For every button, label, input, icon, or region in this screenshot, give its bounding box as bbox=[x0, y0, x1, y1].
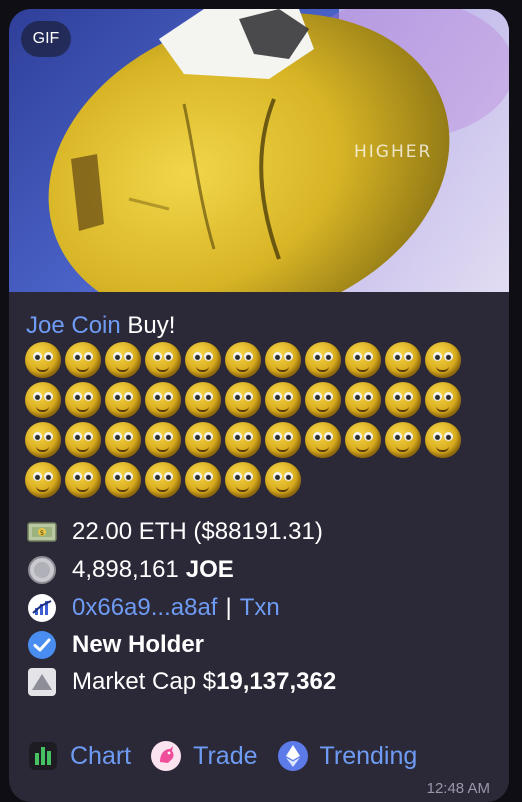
nervous-smiley-icon bbox=[425, 382, 461, 418]
holder-status-line: New Holder bbox=[26, 629, 204, 661]
nervous-smiley-icon bbox=[425, 422, 461, 458]
nervous-smiley-icon bbox=[185, 342, 221, 378]
link-separator: | bbox=[225, 594, 232, 621]
nervous-smiley-icon bbox=[145, 382, 181, 418]
eth-amount: 22.00 ETH ($88191.31) bbox=[72, 518, 323, 545]
coin-icon bbox=[26, 554, 58, 586]
up-triangle-icon bbox=[26, 666, 58, 698]
nervous-smiley-icon bbox=[105, 462, 141, 498]
ethereum-icon bbox=[276, 739, 310, 773]
nervous-smiley-icon bbox=[25, 342, 61, 378]
message-timestamp: 12:48 AM bbox=[426, 780, 490, 797]
nervous-smiley-icon bbox=[105, 422, 141, 458]
coin-name-link[interactable]: Joe Coin bbox=[26, 312, 121, 339]
eth-amount-line: $ 22.00 ETH ($88191.31) bbox=[26, 516, 323, 548]
message-bubble: GIF HIGHER Joe Coin Buy! $ 22.00 ETH ($8… bbox=[9, 9, 509, 802]
buyer-address-link[interactable]: 0x66a9...a8af bbox=[72, 594, 217, 622]
chart-button[interactable]: Chart bbox=[26, 739, 131, 773]
chart-icon bbox=[26, 739, 60, 773]
nervous-smiley-icon bbox=[265, 342, 301, 378]
nervous-smiley-icon bbox=[185, 422, 221, 458]
nervous-smiley-icon bbox=[225, 462, 261, 498]
emoji-row bbox=[25, 462, 465, 502]
nervous-smiley-icon bbox=[65, 422, 101, 458]
trade-button[interactable]: Trade bbox=[149, 739, 258, 773]
message-content: Joe Coin Buy! $ 22.00 ETH ($88191.31) 4,… bbox=[9, 292, 509, 802]
market-cap-label: Market Cap $ bbox=[72, 668, 217, 695]
trade-button-label: Trade bbox=[193, 741, 258, 770]
token-amount-line: 4,898,161 JOE bbox=[26, 554, 234, 586]
nervous-smiley-icon bbox=[105, 382, 141, 418]
nervous-smiley-icon bbox=[185, 382, 221, 418]
nervous-smiley-icon bbox=[25, 462, 61, 498]
nervous-smiley-icon bbox=[25, 382, 61, 418]
nervous-smiley-icon bbox=[345, 422, 381, 458]
check-badge-icon bbox=[26, 629, 58, 661]
nervous-smiley-icon bbox=[145, 342, 181, 378]
nervous-smiley-icon bbox=[225, 342, 261, 378]
nervous-smiley-icon bbox=[305, 382, 341, 418]
nervous-smiley-icon bbox=[145, 462, 181, 498]
gif-media[interactable]: GIF HIGHER bbox=[9, 9, 509, 292]
unicorn-icon bbox=[149, 739, 183, 773]
nervous-smiley-icon bbox=[105, 342, 141, 378]
chart-button-label: Chart bbox=[70, 741, 132, 770]
gif-frame-image bbox=[48, 9, 509, 292]
nervous-smiley-icon bbox=[265, 462, 301, 498]
inline-buttons: Chart Trade Trending bbox=[26, 738, 435, 774]
holder-status: New Holder bbox=[72, 631, 205, 658]
emoji-row bbox=[25, 382, 465, 422]
nervous-smiley-icon bbox=[65, 462, 101, 498]
nervous-smiley-icon bbox=[225, 382, 261, 418]
token-amount: 4,898,161 bbox=[72, 556, 179, 583]
svg-text:$: $ bbox=[40, 529, 44, 537]
message-title: Joe Coin Buy! bbox=[26, 312, 175, 340]
trending-button-label: Trending bbox=[319, 741, 418, 770]
nervous-smiley-icon bbox=[385, 382, 421, 418]
buy-emoji-grid bbox=[25, 342, 465, 502]
nervous-smiley-icon bbox=[25, 422, 61, 458]
nervous-smiley-icon bbox=[385, 342, 421, 378]
nervous-smiley-icon bbox=[265, 422, 301, 458]
nervous-smiley-icon bbox=[145, 422, 181, 458]
txn-link[interactable]: Txn bbox=[240, 594, 280, 622]
nervous-smiley-icon bbox=[185, 462, 221, 498]
emoji-row bbox=[25, 342, 465, 382]
gif-badge: GIF bbox=[21, 21, 71, 57]
nervous-smiley-icon bbox=[265, 382, 301, 418]
buyer-line: 0x66a9...a8af | Txn bbox=[26, 592, 280, 624]
nervous-smiley-icon bbox=[345, 342, 381, 378]
nervous-smiley-icon bbox=[65, 382, 101, 418]
trending-button[interactable]: Trending bbox=[276, 739, 418, 773]
nervous-smiley-icon bbox=[65, 342, 101, 378]
nervous-smiley-icon bbox=[305, 342, 341, 378]
buyer-wallet-icon bbox=[26, 592, 58, 624]
market-cap-line: Market Cap $ 19,137,362 bbox=[26, 666, 336, 698]
gif-overlay-text: HIGHER bbox=[354, 142, 433, 162]
nervous-smiley-icon bbox=[345, 382, 381, 418]
title-suffix: Buy! bbox=[127, 312, 176, 339]
nervous-smiley-icon bbox=[385, 422, 421, 458]
nervous-smiley-icon bbox=[305, 422, 341, 458]
emoji-row bbox=[25, 422, 465, 462]
money-bill-icon: $ bbox=[26, 516, 58, 548]
nervous-smiley-icon bbox=[425, 342, 461, 378]
market-cap-value: 19,137,362 bbox=[216, 668, 337, 695]
token-symbol: JOE bbox=[185, 556, 234, 583]
nervous-smiley-icon bbox=[225, 422, 261, 458]
